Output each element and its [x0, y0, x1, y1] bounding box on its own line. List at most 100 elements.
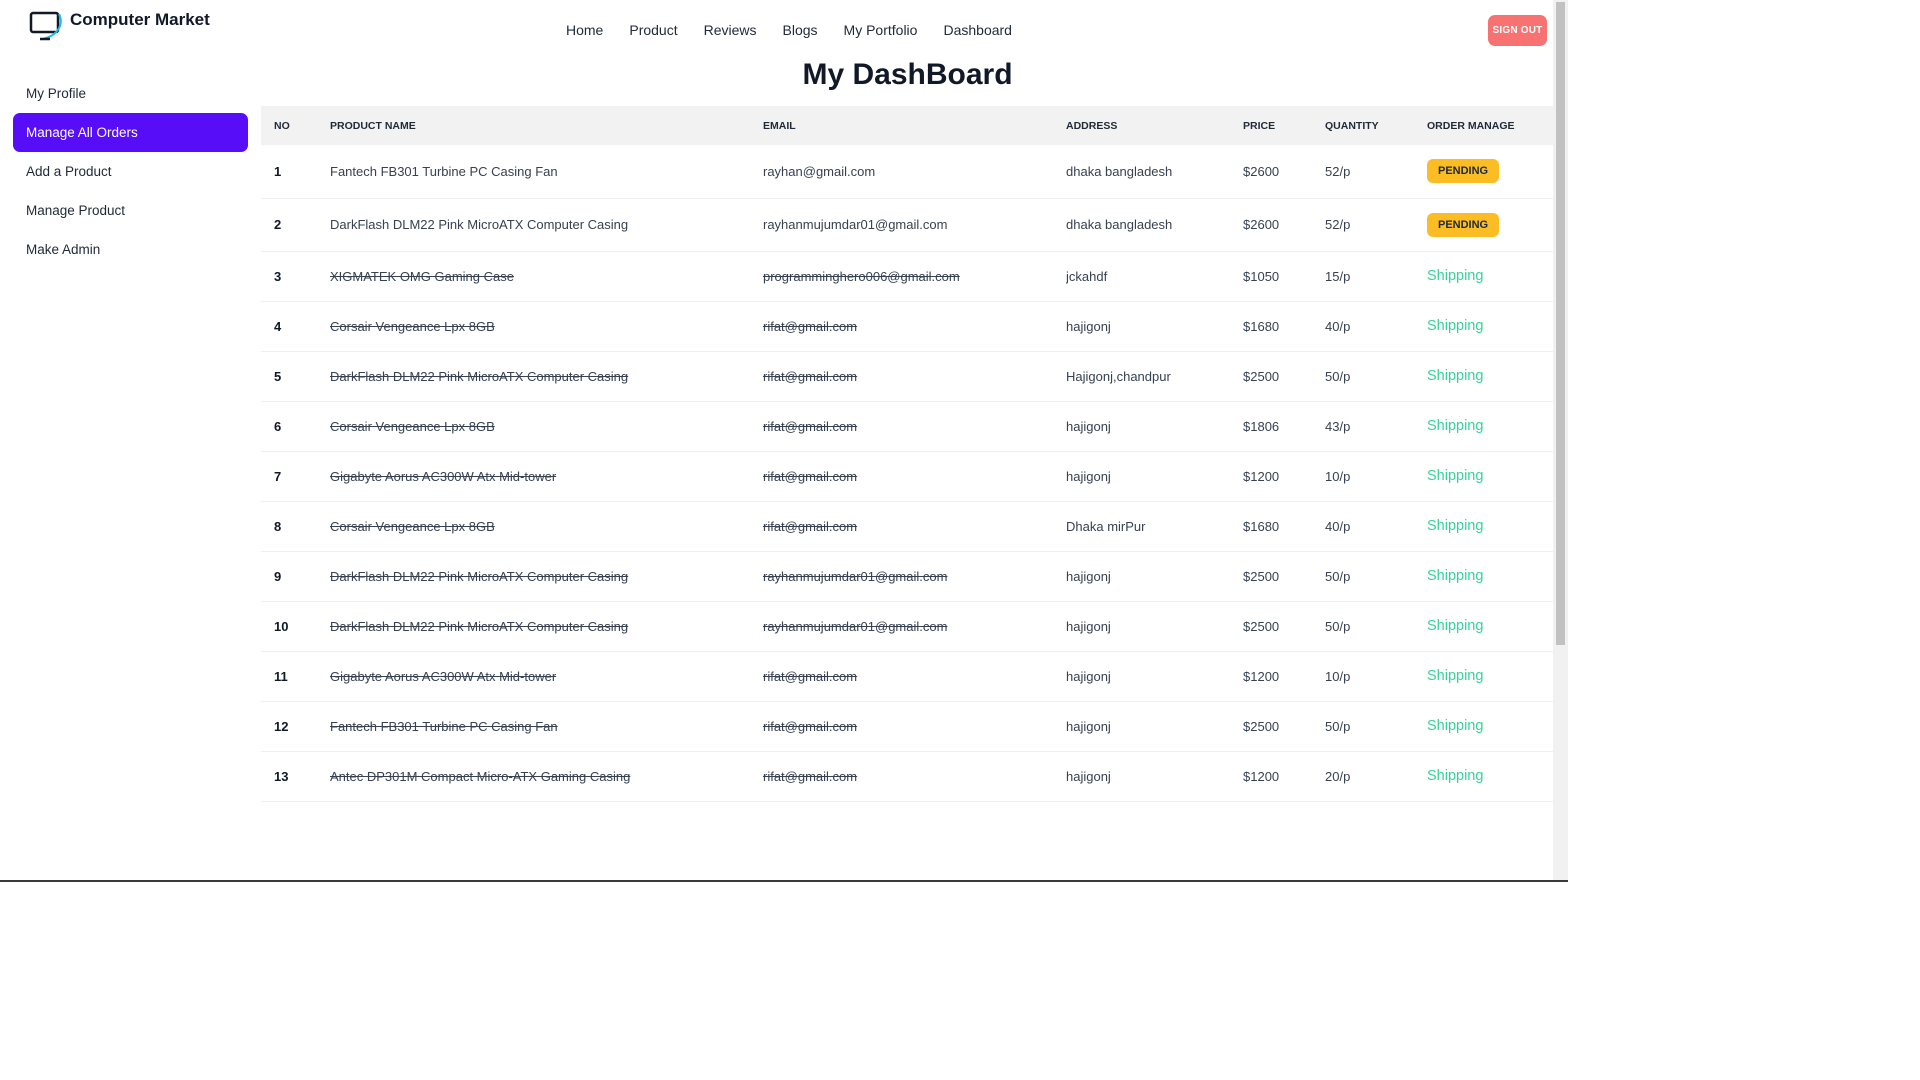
scrollbar-thumb[interactable] [1556, 2, 1565, 645]
order-number: 9 [274, 568, 282, 584]
customer-email: rifat@gmail.com [763, 368, 858, 384]
pending-button[interactable]: PENDING [1427, 159, 1500, 184]
order-number-cell: 9 [261, 551, 330, 602]
quantity: 15/p [1325, 268, 1351, 284]
product-name-cell: DarkFlash DLM22 Pink MicroATX Computer C… [330, 351, 763, 402]
order-number: 3 [274, 268, 282, 284]
nav-link-dashboard[interactable]: Dashboard [943, 22, 1012, 38]
order-number-cell: 5 [261, 351, 330, 402]
order-number: 7 [274, 468, 282, 484]
address-cell: dhaka bangladesh [1066, 145, 1243, 199]
shipping-status: Shipping [1427, 518, 1484, 534]
shipping-status: Shipping [1427, 768, 1484, 784]
table-row: 2 DarkFlash DLM22 Pink MicroATX Computer … [261, 198, 1553, 252]
sidebar-item-add-a-product[interactable]: Add a Product [13, 152, 248, 191]
customer-email: rifat@gmail.com [763, 418, 858, 434]
customer-email: rifat@gmail.com [763, 768, 858, 784]
quantity: 20/p [1325, 768, 1351, 784]
order-manage-cell: Shipping [1427, 301, 1553, 352]
price-cell: $2500 [1243, 551, 1325, 602]
order-number-cell: 4 [261, 301, 330, 352]
customer-email-cell: rifat@gmail.com [763, 701, 1066, 752]
nav-link-product[interactable]: Product [629, 22, 677, 38]
price: $1680 [1243, 318, 1280, 334]
customer-email-cell: rayhanmujumdar01@gmail.com [763, 551, 1066, 602]
address: dhaka bangladesh [1066, 163, 1173, 179]
order-number-cell: 11 [261, 651, 330, 702]
order-number-cell: 13 [261, 751, 330, 802]
table-row: 3 XIGMATEK OMG Gaming Case programminghero… [261, 251, 1553, 302]
computer-monitor-icon [29, 11, 62, 41]
product-name-cell: Antec DP301M Compact Micro-ATX Gaming Ca… [330, 751, 763, 802]
order-number: 6 [274, 418, 282, 434]
sidebar-item-my-profile[interactable]: My Profile [13, 74, 248, 113]
address: hajigonj [1066, 568, 1111, 584]
order-number: 13 [274, 768, 289, 784]
nav-link-blogs[interactable]: Blogs [783, 22, 818, 38]
brand-logo[interactable]: Computer Market [28, 10, 210, 42]
order-number: 4 [274, 318, 282, 334]
price: $2500 [1243, 718, 1280, 734]
price: $1200 [1243, 468, 1280, 484]
scrollbar[interactable] [1553, 0, 1568, 882]
quantity: 50/p [1325, 568, 1351, 584]
product-name-cell: DarkFlash DLM22 Pink MicroATX Computer C… [330, 198, 763, 252]
price: $1200 [1243, 768, 1280, 784]
order-number: 8 [274, 518, 282, 534]
quantity-cell: 50/p [1325, 551, 1427, 602]
table-row: 4 Corsair Vengeance Lpx 8GB rifat@gmail.co… [261, 301, 1553, 352]
order-manage-cell: Shipping [1427, 751, 1553, 802]
pending-button[interactable]: PENDING [1427, 212, 1500, 237]
quantity: 40/p [1325, 318, 1351, 334]
address-cell: Dhaka mirPur [1066, 501, 1243, 552]
nav-link-my-portfolio[interactable]: My Portfolio [844, 22, 918, 38]
address: hajigonj [1066, 618, 1111, 634]
price-cell: $1050 [1243, 251, 1325, 302]
customer-email: rayhanmujumdar01@gmail.com [763, 568, 948, 584]
product-name: Fantech FB301 Turbine PC Casing Fan [330, 718, 558, 734]
nav-link-reviews[interactable]: Reviews [704, 22, 757, 38]
sidebar-item-make-admin[interactable]: Make Admin [13, 230, 248, 269]
address-cell: hajigonj [1066, 701, 1243, 752]
sign-out-button[interactable]: SIGN OUT [1488, 15, 1547, 46]
address: dhaka bangladesh [1066, 217, 1173, 232]
table-row: 9 DarkFlash DLM22 Pink MicroATX Computer … [261, 551, 1553, 602]
order-number: 10 [274, 618, 289, 634]
product-name-cell: XIGMATEK OMG Gaming Case [330, 251, 763, 302]
quantity-cell: 43/p [1325, 401, 1427, 452]
address: hajigonj [1066, 318, 1111, 334]
address: hajigonj [1066, 468, 1111, 484]
quantity-cell: 10/p [1325, 651, 1427, 702]
address-cell: hajigonj [1066, 601, 1243, 652]
price: $1680 [1243, 518, 1280, 534]
order-manage-cell: PENDING [1427, 145, 1553, 199]
address-cell: hajigonj [1066, 651, 1243, 702]
product-name: DarkFlash DLM22 Pink MicroATX Computer C… [330, 618, 629, 634]
customer-email-cell: programminghero006@gmail.com [763, 251, 1066, 302]
table-row: 7 Gigabyte Aorus AC300W Atx Mid-tower rifa… [261, 451, 1553, 502]
order-manage-cell: Shipping [1427, 351, 1553, 402]
nav-link-home[interactable]: Home [566, 22, 603, 38]
customer-email-cell: rifat@gmail.com [763, 301, 1066, 352]
order-number: 12 [274, 718, 289, 734]
product-name: Gigabyte Aorus AC300W Atx Mid-tower [330, 668, 557, 684]
page: Computer Market Home Product Reviews Blogs M… [0, 0, 1568, 882]
order-manage-cell: Shipping [1427, 251, 1553, 302]
shipping-status: Shipping [1427, 418, 1484, 434]
table-row: 12 Fantech FB301 Turbine PC Casing Fan rif… [261, 701, 1553, 752]
window-bottom-edge [0, 880, 1568, 882]
column-header-quantity: QUANTITY [1325, 119, 1379, 132]
address-cell: hajigonj [1066, 401, 1243, 452]
sidebar-item-manage-all-orders[interactable]: Manage All Orders [13, 113, 248, 152]
table-row: 1 Fantech FB301 Turbine PC Casing Fan rayh… [261, 145, 1553, 199]
quantity-cell: 15/p [1325, 251, 1427, 302]
order-number-cell: 6 [261, 401, 330, 452]
price-cell: $1680 [1243, 301, 1325, 352]
order-manage-cell: Shipping [1427, 551, 1553, 602]
price-cell: $2500 [1243, 701, 1325, 752]
brand-name: Computer Market [70, 10, 210, 29]
page-title: My DashBoard [802, 58, 1013, 91]
sidebar-item-manage-product[interactable]: Manage Product [13, 191, 248, 230]
customer-email: rayhanmujumdar01@gmail.com [763, 618, 948, 634]
price-cell: $2600 [1243, 198, 1325, 252]
